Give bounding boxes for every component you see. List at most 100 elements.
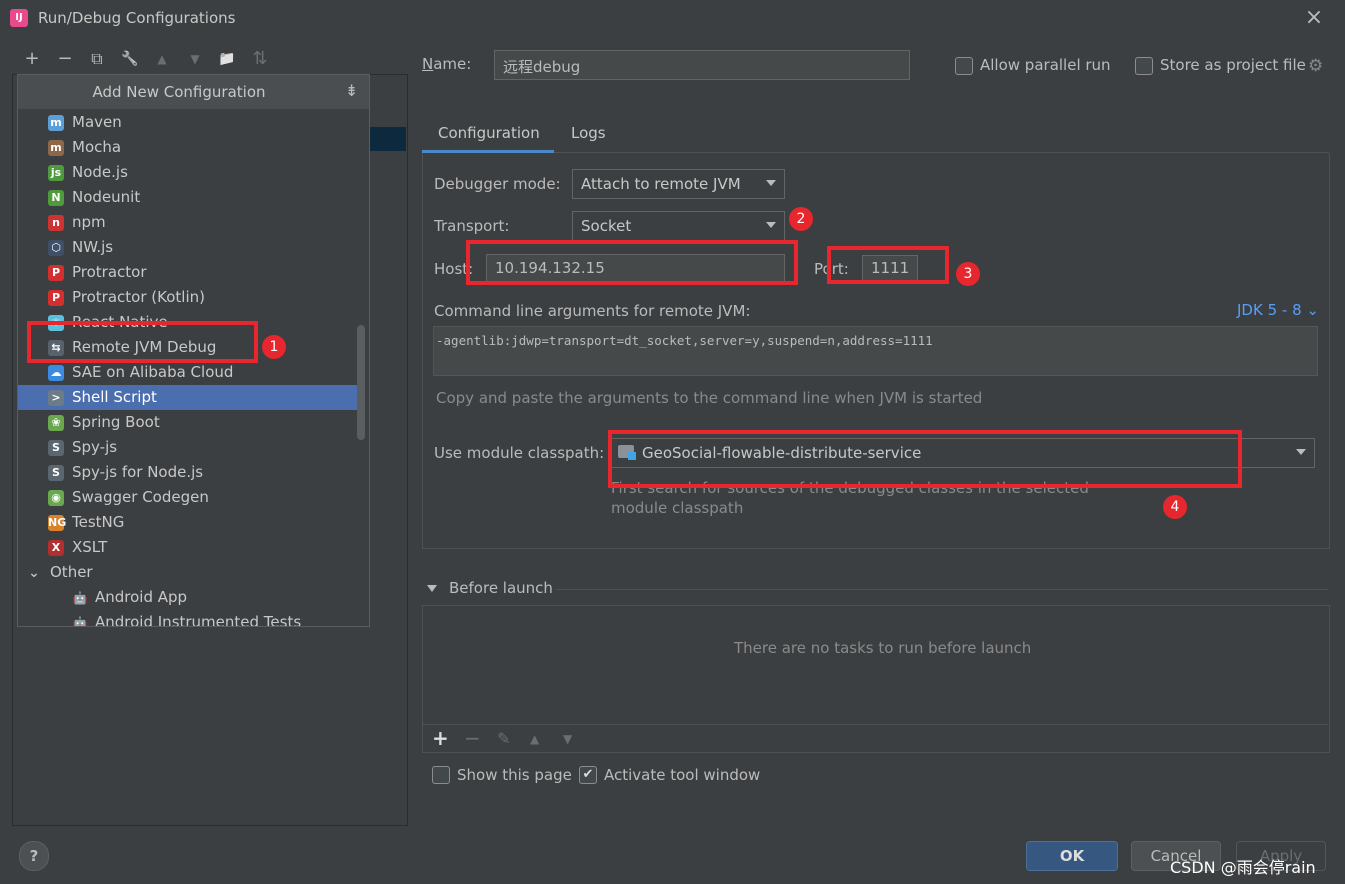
wrench-icon[interactable]: 🔧 <box>120 48 140 70</box>
move-up-icon[interactable]: ▲ <box>152 48 172 70</box>
annotation-badge-1: 1 <box>262 335 286 359</box>
config-type-label: npm <box>72 213 106 231</box>
name-value: 远程debug <box>503 58 581 76</box>
add-icon[interactable]: + <box>22 48 42 70</box>
popup-title: Add New Configuration <box>92 83 266 101</box>
annotation-box-host <box>466 240 798 285</box>
sort-icon[interactable]: ⇅ <box>250 48 270 70</box>
config-type-item[interactable]: n npm <box>18 210 358 235</box>
config-type-icon: 🤖 <box>72 616 88 627</box>
debugger-mode-select[interactable]: Attach to remote JVM <box>572 169 785 199</box>
config-type-label: Shell Script <box>72 388 157 406</box>
config-type-item[interactable]: X XSLT <box>18 535 358 560</box>
annotation-badge-3: 3 <box>956 262 980 286</box>
remove-icon[interactable]: − <box>55 48 75 70</box>
debugger-mode-label: Debugger mode: <box>434 175 561 193</box>
allow-parallel-checkbox[interactable] <box>955 57 973 75</box>
config-type-item[interactable]: ⌄ Other <box>18 560 358 585</box>
move-task-up-icon[interactable]: ▲ <box>530 732 539 746</box>
tab-logs[interactable]: Logs <box>571 124 606 142</box>
activate-tool-window-checkbox[interactable]: ✔ <box>579 766 597 784</box>
transport-select[interactable]: Socket <box>572 211 785 241</box>
popup-scrollbar[interactable] <box>357 325 365 440</box>
window-title: Run/Debug Configurations <box>38 9 236 27</box>
edit-task-icon[interactable]: ✎ <box>497 729 510 748</box>
transport-value: Socket <box>581 217 632 235</box>
config-type-item[interactable]: S Spy-js <box>18 435 358 460</box>
cmd-args-value: -agentlib:jdwp=transport=dt_socket,serve… <box>436 333 933 348</box>
jdk-version-link[interactable]: JDK 5 - 8 ⌄ <box>1237 301 1319 319</box>
config-type-item[interactable]: m Maven <box>18 110 358 135</box>
transport-label: Transport: <box>434 217 510 235</box>
config-type-icon: js <box>48 165 64 181</box>
new-folder-icon[interactable]: 📁 <box>217 48 237 70</box>
activate-tool-window-label: Activate tool window <box>604 766 761 784</box>
config-type-label: Spring Boot <box>72 413 160 431</box>
allow-parallel-label: Allow parallel run <box>980 56 1111 74</box>
chevron-down-icon <box>1296 449 1306 455</box>
store-as-project-checkbox[interactable] <box>1135 57 1153 75</box>
config-type-icon: ☁ <box>48 365 64 381</box>
collapse-chevron-icon[interactable] <box>427 585 437 592</box>
config-type-item[interactable]: 🤖 Android App <box>18 585 358 610</box>
config-type-item[interactable]: m Mocha <box>18 135 358 160</box>
config-type-item[interactable]: ❀ Spring Boot <box>18 410 358 435</box>
gear-icon[interactable]: ⚙ <box>1308 56 1323 76</box>
config-type-item[interactable]: 🤖 Android Instrumented Tests <box>18 610 358 627</box>
config-type-icon: 🤖 <box>72 591 88 605</box>
before-launch-title[interactable]: Before launch <box>449 579 553 597</box>
config-type-label: Android App <box>95 588 188 606</box>
config-type-item[interactable]: > Shell Script <box>18 385 358 410</box>
tree-selection-strip <box>368 127 406 151</box>
before-launch-tasks <box>422 605 1330 753</box>
pin-icon[interactable]: ⇟ <box>345 81 358 100</box>
store-as-project-label: Store as project file <box>1160 56 1306 74</box>
config-type-icon: ⬡ <box>48 240 64 256</box>
config-type-item[interactable]: S Spy-js for Node.js <box>18 460 358 485</box>
remove-task-icon[interactable]: − <box>464 726 481 750</box>
config-type-item[interactable]: N Nodeunit <box>18 185 358 210</box>
config-type-label: NW.js <box>72 238 114 256</box>
name-field[interactable]: 远程debug <box>494 50 910 80</box>
intellij-app-icon: IJ <box>10 9 28 27</box>
name-label-text: ame: <box>433 55 472 73</box>
move-down-icon[interactable]: ▼ <box>185 48 205 70</box>
config-type-label: Android Instrumented Tests <box>95 613 302 627</box>
cmd-args-textarea[interactable]: -agentlib:jdwp=transport=dt_socket,serve… <box>433 326 1318 376</box>
config-type-icon: S <box>48 440 64 456</box>
config-type-label: Swagger Codegen <box>72 488 209 506</box>
config-type-label: Node.js <box>72 163 128 181</box>
config-type-item[interactable]: NG TestNG <box>18 510 358 535</box>
annotation-badge-2: 2 <box>789 207 813 231</box>
config-type-label: Mocha <box>72 138 122 156</box>
config-type-item[interactable]: js Node.js <box>18 160 358 185</box>
tasks-toolbar-divider <box>422 724 1328 725</box>
config-type-item[interactable]: P Protractor <box>18 260 358 285</box>
config-type-item[interactable]: ☁ SAE on Alibaba Cloud <box>18 360 358 385</box>
config-type-label: Maven <box>72 113 122 131</box>
config-type-item[interactable]: ◉ Swagger Codegen <box>18 485 358 510</box>
config-type-label: XSLT <box>72 538 108 556</box>
config-type-item[interactable]: P Protractor (Kotlin) <box>18 285 358 310</box>
config-type-item[interactable]: ⬡ NW.js <box>18 235 358 260</box>
close-icon[interactable]: × <box>1303 6 1325 30</box>
copy-icon[interactable]: ⧉ <box>87 48 107 70</box>
config-type-label: Protractor (Kotlin) <box>72 288 205 306</box>
debugger-mode-value: Attach to remote JVM <box>581 175 741 193</box>
show-this-page-label: Show this page <box>457 766 572 784</box>
ok-button[interactable]: OK <box>1026 841 1118 871</box>
chevron-down-icon <box>766 180 776 186</box>
show-this-page-checkbox[interactable] <box>432 766 450 784</box>
config-type-icon: P <box>48 290 64 306</box>
config-type-icon: P <box>48 265 64 281</box>
config-type-icon: ⌄ <box>28 565 40 581</box>
help-button[interactable]: ? <box>19 841 49 871</box>
cmd-args-label: Command line arguments for remote JVM: <box>434 302 751 320</box>
annotation-badge-4: 4 <box>1163 495 1187 519</box>
add-task-icon[interactable]: + <box>432 726 449 750</box>
annotation-box-remote-jvm <box>27 321 258 363</box>
move-task-down-icon[interactable]: ▼ <box>563 732 572 746</box>
tab-configuration-label[interactable]: Configuration <box>438 124 540 142</box>
csdn-watermark: CSDN @雨会停rain <box>1170 858 1316 877</box>
module-classpath-label: Use module classpath: <box>434 444 605 462</box>
